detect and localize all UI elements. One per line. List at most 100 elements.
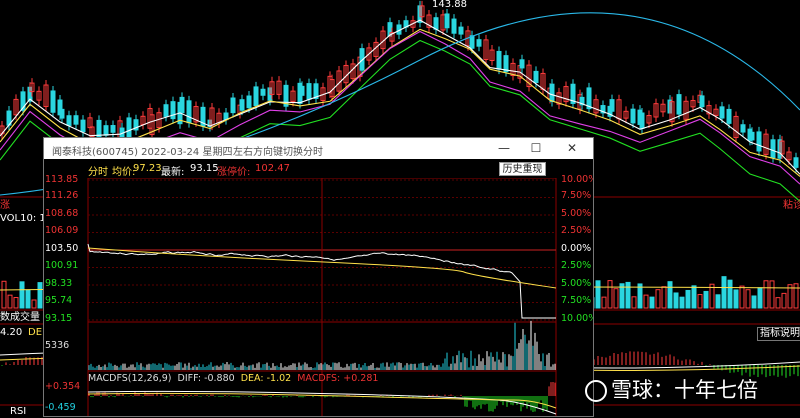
kline-candle	[793, 157, 799, 168]
kline-candle	[476, 39, 482, 47]
close-button[interactable]: ✕	[564, 141, 580, 155]
window-titlebar[interactable]: 闻泰科技(600745) 2022-03-24 星期四 左右方向键切换分时 — …	[44, 138, 593, 159]
price-tick-left: 111.26	[45, 190, 79, 201]
kline-candle	[770, 139, 776, 159]
window-hint: 左右方向键切换分时	[233, 147, 323, 158]
volume-bar	[751, 295, 757, 309]
macd-top-label: +0.354	[45, 381, 81, 392]
macd-diff-value: -0.880	[204, 373, 235, 384]
price-tick-left: 106.09	[45, 225, 79, 236]
macd-dea-value: -1.02	[266, 373, 292, 384]
volume-bar	[679, 296, 685, 309]
kline-candle	[80, 119, 86, 133]
volume-bar	[763, 280, 769, 309]
kline-candle	[726, 108, 732, 124]
percent-tick-right: 5.00%	[561, 278, 592, 289]
price-tick-left: 103.50	[45, 243, 79, 254]
limit-price-label: 涨停价:	[217, 167, 251, 178]
percent-tick-right: 10.00%	[561, 313, 594, 324]
price-tick-left: 98.33	[45, 278, 73, 289]
volume-bar	[643, 294, 649, 309]
dea-value-label: 4.20	[0, 327, 23, 338]
kline-candle	[740, 124, 746, 133]
volume-bar	[595, 280, 601, 309]
percent-tick-right: 7.50%	[561, 295, 592, 306]
volume-bar	[691, 285, 697, 309]
macd-bottom-label: -0.459	[45, 402, 76, 413]
kline-candle	[253, 86, 259, 107]
volume-bar	[1, 280, 7, 309]
kline-candle	[756, 131, 762, 152]
volume-bar	[649, 296, 655, 309]
volume-bar	[655, 289, 661, 309]
kline-candle	[496, 50, 502, 70]
kline-candle	[260, 88, 266, 96]
macd-dea-label: DEA:	[240, 373, 264, 384]
volume-bar	[631, 296, 637, 309]
kline-candle	[110, 125, 116, 133]
volume-bar	[769, 280, 775, 309]
volume-bar	[13, 297, 19, 309]
right-tag-label: 粘诊	[783, 200, 800, 211]
kline-candle	[719, 106, 725, 119]
percent-tick-right: 2.50%	[561, 260, 592, 271]
volume-bar	[31, 299, 37, 309]
macd-diff-label: DIFF:	[177, 373, 202, 384]
dea-tag-label: DE	[28, 327, 43, 338]
volume-bar	[37, 282, 43, 309]
history-replay-button[interactable]: 历史重现	[499, 162, 546, 176]
kline-candle	[433, 17, 439, 30]
price-tick-left: 108.68	[45, 208, 79, 219]
kline-candle	[549, 83, 555, 103]
avg-price-value: 97.23	[133, 163, 162, 174]
limit-up-tag: 涨	[0, 200, 10, 211]
avg-price-label: 均价:	[112, 167, 136, 178]
volume-bar	[625, 281, 631, 309]
volume-bar	[697, 294, 703, 309]
kline-candle	[639, 112, 645, 129]
indicator-help-button[interactable]: 指标说明	[757, 327, 800, 341]
percent-tick-right: 5.00%	[561, 208, 592, 219]
volume-bar	[781, 292, 787, 309]
rsi-label: RSI	[10, 406, 27, 417]
percent-tick-right: 7.50%	[561, 190, 592, 201]
kline-candle	[50, 90, 56, 113]
kline-candle	[699, 95, 705, 108]
kline-candle	[630, 108, 636, 124]
kline-candle	[170, 101, 176, 120]
intraday-popup-window[interactable]: 闻泰科技(600745) 2022-03-24 星期四 左右方向键切换分时 — …	[43, 137, 594, 417]
snowball-logo-icon	[585, 380, 607, 402]
volume-bar	[661, 286, 667, 309]
kline-candle	[451, 18, 457, 34]
kline-candle	[59, 108, 65, 119]
percent-tick-right: 2.50%	[561, 225, 592, 236]
price-tick-left: 93.15	[45, 313, 73, 324]
volume-bar	[703, 290, 709, 309]
kline-candle	[126, 117, 132, 138]
macd-title: MACDFS(12,26,9)	[88, 373, 172, 384]
kline-candle	[469, 35, 475, 49]
kline-candle	[179, 96, 185, 114]
vol10-label: VOL10: 1	[0, 213, 46, 224]
volume-bar	[7, 294, 13, 309]
turnover-label: 数成交量	[0, 312, 40, 323]
percent-tick-right: 0.00%	[561, 243, 592, 254]
volume-bar	[607, 280, 613, 309]
fenshi-label: 分时	[88, 167, 108, 178]
macd-fs-value: +0.281	[343, 373, 379, 384]
kline-candle	[299, 85, 305, 96]
minimize-button[interactable]: —	[496, 141, 512, 155]
volume-bar	[685, 289, 691, 309]
volume-bar	[667, 281, 673, 309]
kline-candle	[186, 100, 192, 124]
kline-candle	[239, 99, 245, 111]
kline-candle	[749, 131, 755, 141]
kline-candle	[533, 70, 539, 84]
last-price-label: 最新:	[161, 167, 185, 178]
volume-bar	[19, 281, 25, 309]
kline-candle	[163, 104, 169, 117]
kline-candle	[246, 95, 252, 109]
maximize-button[interactable]: ☐	[528, 141, 544, 155]
price-tick-left: 113.85	[45, 174, 79, 185]
volume-bar	[25, 289, 31, 309]
